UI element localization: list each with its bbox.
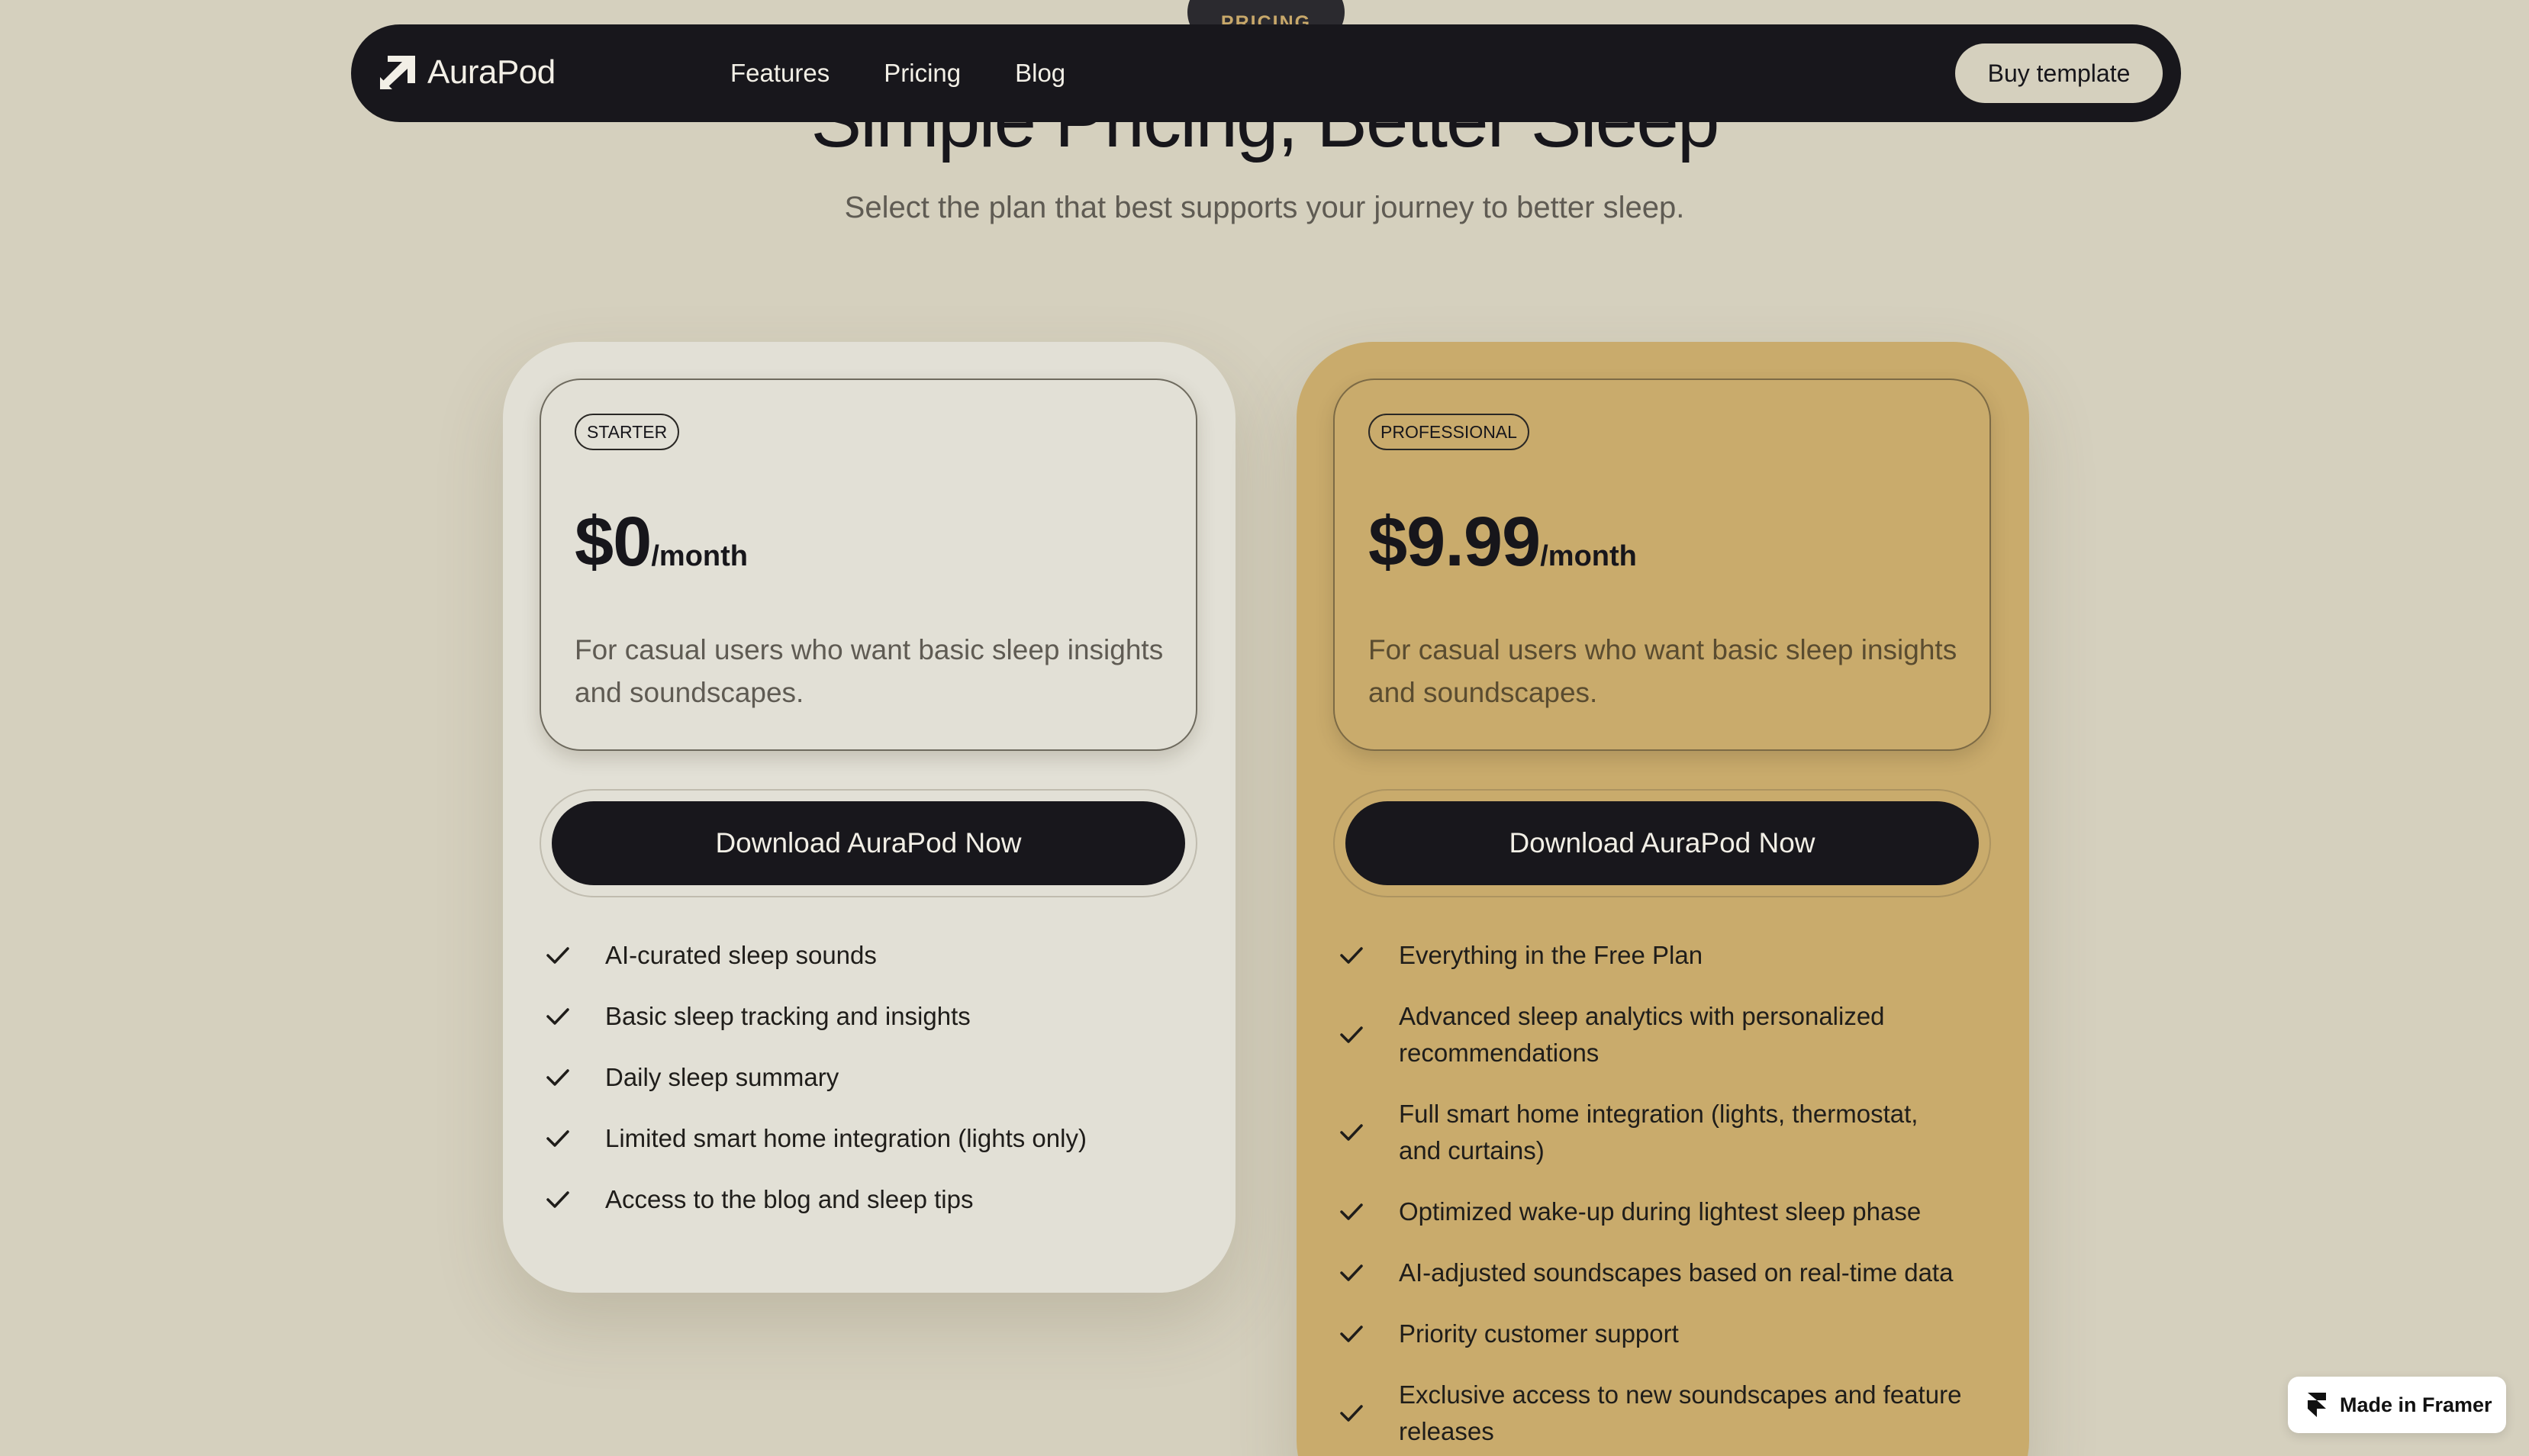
nav-link-features[interactable]: Features bbox=[730, 59, 830, 88]
download-button-frame: Download AuraPod Now bbox=[1333, 789, 1991, 897]
framer-logo-icon bbox=[2308, 1393, 2326, 1417]
check-icon bbox=[546, 1191, 569, 1208]
feature-text: Priority customer support bbox=[1399, 1319, 1679, 1348]
feature-text: AI-adjusted soundscapes based on real-ti… bbox=[1399, 1258, 1954, 1287]
price-period: /month bbox=[1540, 540, 1637, 572]
made-in-framer-badge[interactable]: Made in Framer bbox=[2288, 1377, 2506, 1433]
check-icon bbox=[1340, 1026, 1363, 1043]
feature-text: Access to the blog and sleep tips bbox=[605, 1185, 974, 1213]
download-button-professional[interactable]: Download AuraPod Now bbox=[1345, 801, 1979, 885]
plan-description: For casual users who want basic sleep in… bbox=[1368, 634, 1957, 708]
feature-text: Limited smart home integration (lights o… bbox=[605, 1124, 1087, 1152]
feature-text: AI-curated sleep sounds bbox=[605, 941, 877, 969]
feature-item: Exclusive access to new soundscapes and … bbox=[1338, 1377, 1964, 1450]
check-icon bbox=[546, 1069, 569, 1086]
page-subtitle: Select the plan that best supports your … bbox=[844, 191, 1685, 224]
check-icon bbox=[1340, 1203, 1363, 1220]
nav-link-pricing[interactable]: Pricing bbox=[884, 59, 961, 88]
nav-links: Features Pricing Blog bbox=[730, 24, 1120, 122]
feature-list-professional: Everything in the Free Plan Advanced sle… bbox=[1338, 937, 1964, 1456]
feature-item: Daily sleep summary bbox=[544, 1059, 1170, 1096]
plan-description: For casual users who want basic sleep in… bbox=[575, 634, 1164, 708]
plan-badge: PROFESSIONAL bbox=[1368, 414, 1529, 450]
feature-text: Daily sleep summary bbox=[605, 1063, 839, 1091]
check-icon bbox=[1340, 1405, 1363, 1422]
feature-text: Everything in the Free Plan bbox=[1399, 941, 1703, 969]
plan-card-starter: STARTER $0/month For casual users who wa… bbox=[503, 342, 1236, 1293]
feature-item: Optimized wake-up during lightest sleep … bbox=[1338, 1193, 1964, 1230]
feature-text: Optimized wake-up during lightest sleep … bbox=[1399, 1197, 1922, 1226]
aurapod-logo-icon bbox=[380, 56, 415, 89]
pricing-page: PRICING Simple Pricing, Better Sleep Sel… bbox=[0, 0, 2529, 1456]
feature-list-starter: AI-curated sleep sounds Basic sleep trac… bbox=[544, 937, 1170, 1242]
brand-logo[interactable]: AuraPod bbox=[380, 53, 556, 92]
check-icon bbox=[546, 947, 569, 964]
plan-summary-starter: STARTER $0/month For casual users who wa… bbox=[540, 378, 1197, 751]
feature-text: Full smart home integration (lights, the… bbox=[1399, 1100, 1918, 1164]
plan-price: $0/month bbox=[575, 502, 748, 582]
check-icon bbox=[1340, 1264, 1363, 1281]
check-icon bbox=[546, 1130, 569, 1147]
plan-badge: STARTER bbox=[575, 414, 680, 450]
top-navbar: AuraPod Features Pricing Blog Buy templa… bbox=[351, 24, 2181, 122]
brand-name: AuraPod bbox=[427, 53, 556, 91]
feature-item: Everything in the Free Plan bbox=[1338, 937, 1964, 974]
feature-item: Limited smart home integration (lights o… bbox=[544, 1120, 1170, 1157]
plan-summary-professional: PROFESSIONAL $9.99/month For casual user… bbox=[1333, 378, 1991, 751]
feature-item: Advanced sleep analytics with personaliz… bbox=[1338, 998, 1964, 1071]
buy-template-button[interactable]: Buy template bbox=[1955, 43, 2163, 103]
framer-badge-label: Made in Framer bbox=[2340, 1393, 2492, 1416]
download-button-frame: Download AuraPod Now bbox=[540, 789, 1197, 897]
check-icon bbox=[1340, 1124, 1363, 1141]
feature-item: Full smart home integration (lights, the… bbox=[1338, 1096, 1964, 1169]
feature-item: Access to the blog and sleep tips bbox=[544, 1181, 1170, 1218]
check-icon bbox=[1340, 947, 1363, 964]
feature-text: Exclusive access to new soundscapes and … bbox=[1399, 1380, 1962, 1445]
check-icon bbox=[546, 1008, 569, 1025]
price-amount: $9.99 bbox=[1368, 503, 1541, 581]
plan-price: $9.99/month bbox=[1368, 502, 1637, 582]
check-icon bbox=[1340, 1326, 1363, 1342]
price-period: /month bbox=[651, 540, 748, 572]
plan-card-professional: PROFESSIONAL $9.99/month For casual user… bbox=[1297, 342, 2029, 1456]
price-amount: $0 bbox=[575, 503, 652, 581]
feature-item: Basic sleep tracking and insights bbox=[544, 998, 1170, 1035]
feature-text: Advanced sleep analytics with personaliz… bbox=[1399, 1002, 1885, 1067]
download-button-starter[interactable]: Download AuraPod Now bbox=[552, 801, 1185, 885]
feature-item: Priority customer support bbox=[1338, 1316, 1964, 1352]
feature-text: Basic sleep tracking and insights bbox=[605, 1002, 971, 1030]
feature-item: AI-curated sleep sounds bbox=[544, 937, 1170, 974]
feature-item: AI-adjusted soundscapes based on real-ti… bbox=[1338, 1255, 1964, 1291]
nav-link-blog[interactable]: Blog bbox=[1015, 59, 1065, 88]
